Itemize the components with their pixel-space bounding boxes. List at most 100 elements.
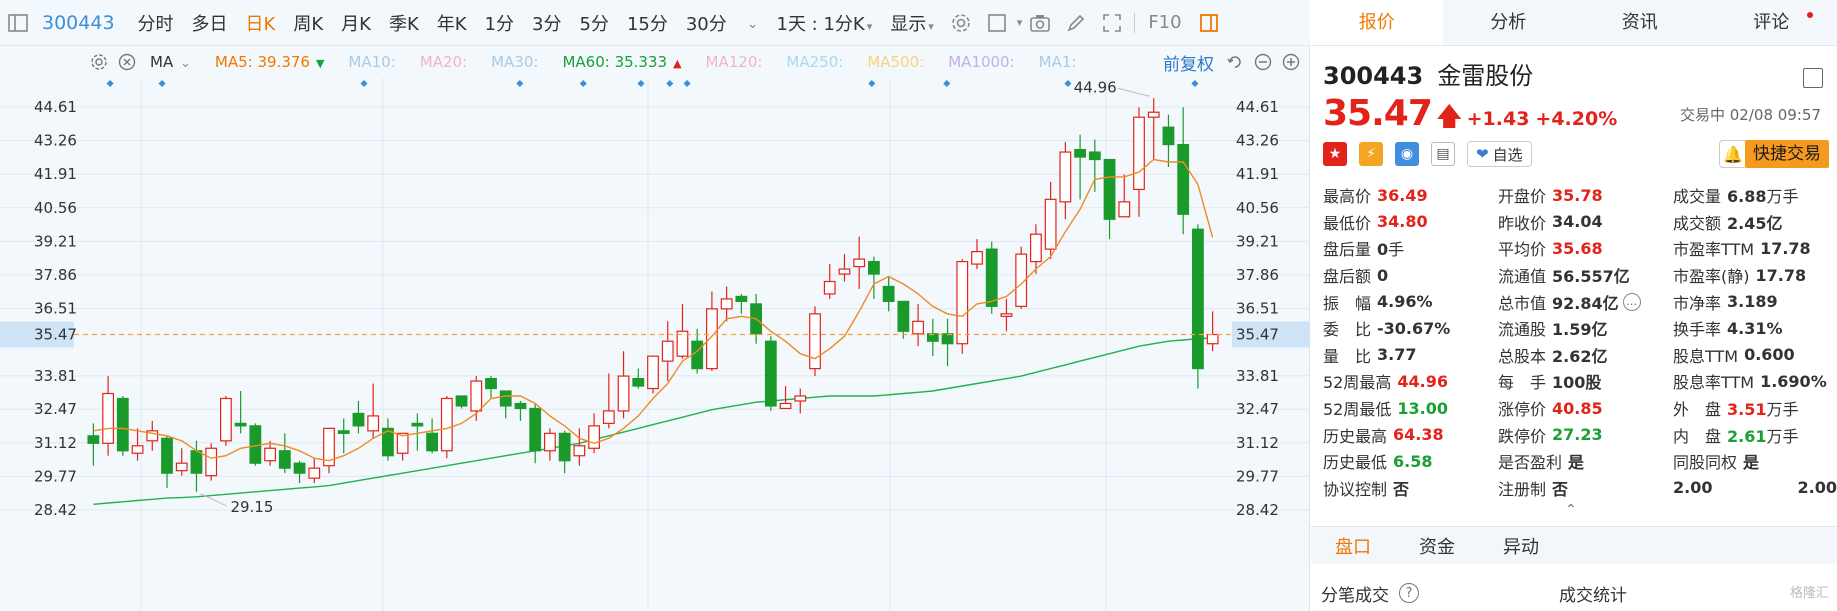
range-select[interactable]: 1天 : 1分K ▾ [768,10,882,36]
candle[interactable] [647,355,659,394]
candle[interactable] [720,286,733,322]
fuquan-button[interactable]: 前复权 [1151,50,1218,75]
candle[interactable] [779,386,792,410]
candle[interactable] [1206,311,1219,352]
fast-trade-button[interactable]: 快捷交易 [1745,140,1829,168]
candle[interactable] [1000,298,1013,332]
candle[interactable] [308,458,321,484]
event-marker[interactable] [1064,79,1072,88]
sidebar-toggle-icon[interactable] [0,5,36,41]
period-tab-10[interactable]: 15分 [618,10,677,36]
tick-trades-label[interactable]: 分笔成交 [1321,581,1389,606]
candle[interactable] [926,318,939,357]
candle[interactable] [426,418,438,454]
event-marker[interactable] [666,79,674,88]
candle[interactable] [220,395,232,446]
ma-value-8[interactable]: MA1000: [936,53,1026,71]
candle[interactable] [161,435,173,489]
candle[interactable] [278,433,291,474]
period-tab-2[interactable]: 日K [237,10,285,36]
candle[interactable] [1162,114,1175,167]
event-marker[interactable] [1191,79,1199,88]
ma-close-icon[interactable] [116,51,138,73]
candle[interactable] [676,303,689,359]
candle[interactable] [632,368,645,389]
right-tab-0[interactable]: 报价 [1311,0,1443,45]
candlestick-chart[interactable]: 44.61 44.61 43.26 43.26 41.91 41.91 40.56 40.56… [0,78,1310,611]
period-tab-1[interactable]: 多日 [183,10,237,36]
bell-icon[interactable]: 🔔 [1719,140,1747,168]
candle[interactable] [573,428,586,466]
period-tab-3[interactable]: 周K [284,10,332,36]
candle[interactable] [971,239,983,270]
candle[interactable] [514,400,527,421]
candle[interactable] [499,390,512,419]
stock-code-tab[interactable]: 300443 [36,12,129,34]
ma-value-2[interactable]: MA20: [408,53,479,71]
candle[interactable] [735,293,748,314]
candle[interactable] [985,241,998,314]
event-marker[interactable] [637,79,645,88]
candle[interactable] [352,400,365,434]
settings-gear-icon[interactable] [943,5,979,41]
candle[interactable] [823,264,836,299]
event-marker[interactable] [360,79,368,88]
candle[interactable] [337,418,350,454]
candle[interactable] [838,254,851,282]
zoom-out-icon[interactable] [1252,51,1274,73]
more-icon[interactable]: … [1622,292,1641,311]
add-watchlist-button[interactable]: ❤ 自选 [1467,141,1532,167]
ma-value-3[interactable]: MA30: [479,53,550,71]
panel-toggle-icon[interactable] [1191,5,1227,41]
ma-select[interactable]: MA ⌄ [138,53,203,71]
candle[interactable] [485,376,497,399]
candle[interactable] [1133,107,1145,217]
period-tab-0[interactable]: 分时 [129,10,183,36]
event-marker[interactable] [579,79,587,88]
period-tab-4[interactable]: 月K [332,10,380,36]
candle[interactable] [529,403,542,464]
candle[interactable] [205,443,218,481]
candle[interactable] [1177,107,1190,235]
candle[interactable] [617,351,630,419]
candle[interactable] [175,448,188,476]
period-tab-7[interactable]: 1分 [476,10,523,36]
f10-button[interactable]: F10 [1139,12,1190,33]
candle[interactable] [1088,139,1101,192]
collapse-caret-icon[interactable]: ⌃ [1565,502,1577,518]
candle[interactable] [588,413,600,454]
document-icon[interactable]: ▤ [1431,142,1455,166]
sub-tab-1[interactable]: 资金 [1395,533,1479,559]
ma-value-0[interactable]: MA5: 39.376 ▼ [203,53,337,71]
ma-value-7[interactable]: MA500: [855,53,936,71]
candle[interactable] [367,383,380,439]
period-tab-6[interactable]: 年K [428,10,476,36]
zoom-in-icon[interactable] [1280,51,1302,73]
candle[interactable] [102,376,114,456]
period-tab-5[interactable]: 季K [380,10,428,36]
candle[interactable] [602,373,615,429]
candle[interactable] [396,432,409,461]
candle[interactable] [1015,246,1028,309]
ma-value-5[interactable]: MA120: [694,53,775,71]
candle[interactable] [912,303,924,347]
candle[interactable] [1192,224,1204,389]
candle[interactable] [882,276,895,312]
sub-tab-0[interactable]: 盘口 [1311,533,1395,559]
fullscreen-icon[interactable] [1094,5,1130,41]
tag-label-icon[interactable]: ◉ [1395,142,1419,166]
reset-icon[interactable] [1224,51,1246,73]
period-dropdown[interactable]: ⌄ [736,12,768,33]
display-menu[interactable]: 显示 ▾ [881,10,943,36]
candle[interactable] [941,318,954,367]
ma-value-9[interactable]: MA1: [1027,53,1089,71]
candle[interactable] [661,321,674,382]
ma-value-4[interactable]: MA60: 35.333 ▲ [550,53,693,71]
right-tab-1[interactable]: 分析 [1443,0,1575,45]
right-tab-3[interactable]: 评论 [1706,0,1837,45]
event-marker[interactable] [106,79,114,88]
right-tab-2[interactable]: 资讯 [1574,0,1706,45]
candle[interactable] [455,395,468,409]
candle[interactable] [293,460,306,484]
ma-value-1[interactable]: MA10: [336,53,407,71]
